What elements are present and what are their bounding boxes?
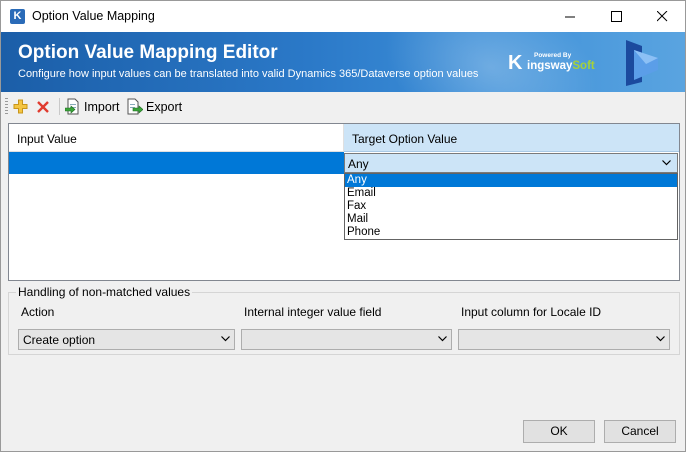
- logo-name-main: ingsway: [527, 60, 573, 72]
- export-label: Export: [146, 99, 183, 114]
- title-bar: K Option Value Mapping: [1, 1, 685, 32]
- non-matched-values-group: Handling of non-matched values Action Cr…: [8, 285, 680, 355]
- maximize-button[interactable]: [593, 1, 639, 32]
- plus-icon: [13, 99, 28, 114]
- integer-field-select[interactable]: [241, 329, 452, 350]
- export-icon: [127, 98, 143, 115]
- kingswaysoft-app-icon: K: [10, 9, 25, 24]
- action-label: Action: [21, 305, 55, 319]
- table-row[interactable]: Any: [9, 152, 679, 174]
- header-banner: Option Value Mapping Editor Configure ho…: [1, 32, 685, 92]
- dynamics-365-icon: [626, 40, 658, 86]
- toolbar-grip: [5, 98, 8, 115]
- dropdown-option-phone[interactable]: Phone: [345, 226, 677, 239]
- locale-column-label: Input column for Locale ID: [461, 305, 602, 319]
- chevron-down-icon: [656, 336, 665, 342]
- ok-button[interactable]: OK: [523, 420, 595, 443]
- close-icon: [656, 11, 667, 22]
- action-select-value: Create option: [23, 333, 96, 347]
- banner-title: Option Value Mapping Editor: [18, 42, 278, 63]
- toolbar: Import Export: [1, 93, 685, 120]
- kingswaysoft-logo: K Powered By ingswaySoft: [505, 44, 605, 78]
- action-select[interactable]: Create option: [18, 329, 235, 350]
- delete-row-button[interactable]: [36, 97, 53, 116]
- dropdown-option-any[interactable]: Any: [345, 174, 677, 187]
- locale-column-select[interactable]: [458, 329, 670, 350]
- grid-header: Input Value Target Option Value: [9, 124, 679, 152]
- column-header-input-value[interactable]: Input Value: [9, 124, 344, 152]
- dropdown-option-mail[interactable]: Mail: [345, 213, 677, 226]
- column-header-target-option-value[interactable]: Target Option Value: [344, 124, 679, 152]
- group-legend: Handling of non-matched values: [16, 285, 193, 299]
- logo-powered-by: Powered By: [534, 52, 572, 59]
- window-title: Option Value Mapping: [32, 9, 155, 23]
- cancel-button[interactable]: Cancel: [604, 420, 676, 443]
- dropdown-option-fax[interactable]: Fax: [345, 200, 677, 213]
- import-icon: [65, 98, 79, 115]
- x-delete-icon: [37, 100, 49, 113]
- banner-subtitle: Configure how input values can be transl…: [18, 68, 479, 80]
- option-value-mapping-window: K Option Value Mapping Option Value Mapp…: [0, 0, 686, 452]
- input-value-cell[interactable]: [9, 152, 344, 174]
- import-button[interactable]: Import: [65, 97, 119, 116]
- integer-field-label: Internal integer value field: [244, 305, 382, 319]
- target-option-dropdown-list: Any Email Fax Mail Phone: [344, 173, 678, 240]
- chevron-down-icon: [221, 336, 230, 342]
- logo-name-accent: Soft: [572, 60, 595, 72]
- add-row-button[interactable]: [13, 97, 30, 116]
- minimize-icon: [564, 16, 575, 18]
- chevron-down-icon: [438, 336, 447, 342]
- dropdown-option-email[interactable]: Email: [345, 187, 677, 200]
- close-button[interactable]: [639, 1, 685, 32]
- import-label: Import: [84, 99, 120, 114]
- logo-name: ingswaySoft: [527, 60, 595, 72]
- target-option-value: Any: [348, 157, 369, 171]
- minimize-button[interactable]: [547, 1, 593, 32]
- maximize-icon: [610, 11, 622, 22]
- target-option-combo[interactable]: Any: [344, 153, 678, 173]
- chevron-down-icon: [662, 160, 671, 166]
- export-button[interactable]: Export: [127, 97, 182, 116]
- toolbar-separator: [59, 98, 60, 115]
